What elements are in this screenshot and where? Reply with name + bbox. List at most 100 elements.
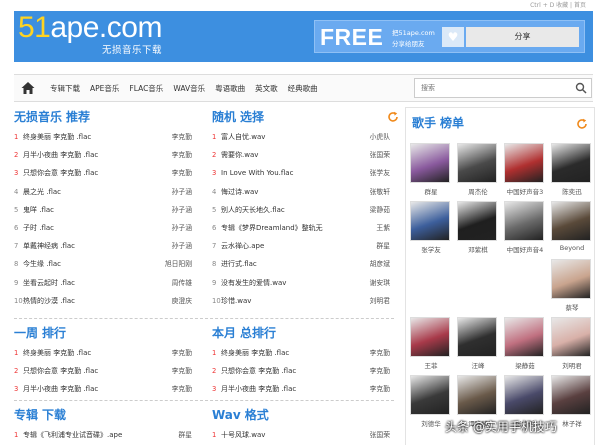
singer-name[interactable]: 张学友 bbox=[410, 244, 452, 254]
singer-name[interactable]: 中国好声音3 bbox=[504, 186, 546, 196]
song-row[interactable]: 1 专辑《飞利浦专业试音碟》.ape 群星 bbox=[14, 426, 192, 444]
song-row[interactable]: 2 月半小夜曲 李克勤 .flac 李克勤 bbox=[14, 146, 192, 164]
song-link[interactable]: 富人自忧.wav bbox=[221, 133, 265, 141]
song-row[interactable]: 9 坐看云起时 .flac 周传雄 bbox=[14, 274, 192, 292]
artist-link[interactable]: 旭日阳刚 bbox=[165, 255, 192, 273]
singer-photo[interactable] bbox=[551, 143, 591, 183]
artist-link[interactable]: 李克勤 bbox=[370, 380, 390, 398]
song-row[interactable]: 3 In Love With You.flac 张学友 bbox=[212, 164, 390, 182]
nav-item[interactable]: APE音乐 bbox=[90, 83, 119, 94]
singer-photo[interactable] bbox=[457, 143, 497, 183]
song-link[interactable]: 终身美丽 李克勤 .flac bbox=[23, 349, 91, 357]
singer-card[interactable]: 周杰伦 bbox=[457, 143, 499, 196]
singer-photo[interactable] bbox=[410, 201, 450, 241]
song-link[interactable]: 只想你会意 李克勤 .flac bbox=[23, 367, 98, 375]
song-link[interactable]: 只想你会意 李克勤 .flac bbox=[221, 367, 296, 375]
artist-link[interactable]: 孙子涵 bbox=[172, 237, 192, 255]
artist-link[interactable]: 孙子涵 bbox=[172, 219, 192, 237]
singer-photo[interactable] bbox=[504, 375, 544, 415]
singer-card[interactable]: 张学友 bbox=[410, 201, 452, 254]
singer-card[interactable]: 陈奕迅 bbox=[551, 143, 593, 196]
singer-photo[interactable] bbox=[457, 375, 497, 415]
nav-item[interactable]: 英文歌 bbox=[255, 83, 278, 94]
artist-link[interactable]: 李克勤 bbox=[172, 380, 192, 398]
singer-card[interactable]: 群星 bbox=[410, 143, 452, 196]
song-link[interactable]: 珍惜.wav bbox=[221, 297, 251, 305]
artist-link[interactable]: 群星 bbox=[376, 237, 390, 255]
singer-name[interactable]: 群星 bbox=[410, 186, 452, 196]
song-link[interactable]: 晨之光 .flac bbox=[23, 188, 61, 196]
artist-link[interactable]: 李克勤 bbox=[172, 362, 192, 380]
song-link[interactable]: 十号风球.wav bbox=[221, 431, 265, 439]
song-link[interactable]: 悔过诗.wav bbox=[221, 188, 258, 196]
song-link[interactable]: 需要你.wav bbox=[221, 151, 258, 159]
song-row[interactable]: 10珍惜.wav 刘明君 bbox=[212, 292, 390, 310]
song-row[interactable]: 4 晨之光 .flac 孙子涵 bbox=[14, 183, 192, 201]
song-row[interactable]: 1 终身美丽 李克勤 .flac 李克勤 bbox=[212, 344, 390, 362]
song-link[interactable]: 终身美丽 李克勤 .flac bbox=[23, 133, 91, 141]
nav-item[interactable]: WAV音乐 bbox=[173, 83, 205, 94]
artist-link[interactable]: 梁静茹 bbox=[370, 201, 390, 219]
nav-item[interactable]: 专辑下载 bbox=[50, 83, 80, 94]
singer-photo[interactable] bbox=[410, 317, 450, 357]
song-row[interactable]: 2 只想你会意 李克勤 .flac 李克勤 bbox=[14, 362, 192, 380]
song-link[interactable]: In Love With You.flac bbox=[221, 169, 293, 177]
heart-icon[interactable]: ♥ bbox=[442, 27, 464, 47]
song-row[interactable]: 8 进行式.flac 胡彦斌 bbox=[212, 255, 390, 273]
song-link[interactable]: 今生缘 .flac bbox=[23, 260, 61, 268]
song-link[interactable]: 热情的沙漠 .flac bbox=[23, 297, 75, 305]
song-row[interactable]: 5 别人的天长地久.flac 梁静茹 bbox=[212, 201, 390, 219]
share-button[interactable]: 分享 bbox=[466, 27, 579, 47]
artist-link[interactable]: 谢安琪 bbox=[370, 274, 390, 292]
artist-link[interactable]: 李克勤 bbox=[172, 164, 192, 182]
singer-photo[interactable] bbox=[551, 201, 591, 241]
singer-photo[interactable] bbox=[410, 375, 450, 415]
song-link[interactable]: 没有发生的爱情.wav bbox=[221, 279, 286, 287]
song-row[interactable]: 8 今生缘 .flac 旭日阳刚 bbox=[14, 255, 192, 273]
singer-name[interactable]: 梁静茹 bbox=[504, 360, 546, 370]
song-link[interactable]: 云水禅心.ape bbox=[221, 242, 264, 250]
song-row[interactable]: 1 终身美丽 李克勤 .flac 李克勤 bbox=[14, 344, 192, 362]
singer-name[interactable]: 刘明君 bbox=[551, 360, 593, 370]
singer-card[interactable]: 梁静茹 bbox=[504, 317, 546, 370]
refresh-icon[interactable] bbox=[387, 111, 399, 123]
artist-link[interactable]: 李克勤 bbox=[172, 344, 192, 362]
singer-card[interactable]: 中国好声音3 bbox=[504, 143, 546, 196]
song-row[interactable]: 3 只想你会意 李克勤 .flac 李克勤 bbox=[14, 164, 192, 182]
song-row[interactable]: 3 月半小夜曲 李克勤 .flac 李克勤 bbox=[14, 380, 192, 398]
singer-card[interactable]: Beyond bbox=[551, 201, 593, 252]
song-row[interactable]: 5 鬼咩 .flac 孙子涵 bbox=[14, 201, 192, 219]
song-row[interactable]: 10热情的沙漠 .flac 庾澄庆 bbox=[14, 292, 192, 310]
singer-card[interactable]: 邓紫棋 bbox=[457, 201, 499, 254]
singer-photo[interactable] bbox=[410, 143, 450, 183]
singer-name[interactable]: 中国好声音4 bbox=[504, 244, 546, 254]
nav-item[interactable]: 经典歌曲 bbox=[288, 83, 318, 94]
refresh-icon[interactable] bbox=[576, 118, 588, 130]
song-row[interactable]: 1 十号风球.wav 张国荣 bbox=[212, 426, 390, 444]
singer-card[interactable]: 王菲 bbox=[410, 317, 452, 370]
home-icon[interactable] bbox=[20, 80, 36, 96]
song-link[interactable]: 专辑《梦界Dreamland》整轨无 bbox=[221, 224, 323, 232]
site-logo[interactable]: 51ape.com bbox=[18, 12, 162, 44]
singer-photo[interactable] bbox=[504, 317, 544, 357]
song-link[interactable]: 坐看云起时 .flac bbox=[23, 279, 75, 287]
song-row[interactable]: 7 单戴神经病 .flac 孙子涵 bbox=[14, 237, 192, 255]
song-link[interactable]: 只想你会意 李克勤 .flac bbox=[23, 169, 98, 177]
song-row[interactable]: 9 没有发生的爱情.wav 谢安琪 bbox=[212, 274, 390, 292]
singer-name[interactable]: 周杰伦 bbox=[457, 186, 499, 196]
song-link[interactable]: 终身美丽 李克勤 .flac bbox=[221, 349, 289, 357]
singer-photo[interactable] bbox=[504, 201, 544, 241]
song-link[interactable]: 月半小夜曲 李克勤 .flac bbox=[221, 385, 296, 393]
singer-photo[interactable] bbox=[457, 317, 497, 357]
singer-name[interactable]: 王菲 bbox=[410, 360, 452, 370]
singer-card[interactable]: 汪峰 bbox=[457, 317, 499, 370]
song-row[interactable]: 6 子时 .flac 孙子涵 bbox=[14, 219, 192, 237]
song-link[interactable]: 进行式.flac bbox=[221, 260, 257, 268]
singer-card[interactable]: 蔡琴 bbox=[551, 259, 593, 312]
song-link[interactable]: 月半小夜曲 李克勤 .flac bbox=[23, 151, 98, 159]
artist-link[interactable]: 李克勤 bbox=[172, 146, 192, 164]
song-row[interactable]: 7 云水禅心.ape 群星 bbox=[212, 237, 390, 255]
artist-link[interactable]: 李克勤 bbox=[370, 362, 390, 380]
nav-item[interactable]: 粤语歌曲 bbox=[215, 83, 245, 94]
song-row[interactable]: 3 月半小夜曲 李克勤 .flac 李克勤 bbox=[212, 380, 390, 398]
